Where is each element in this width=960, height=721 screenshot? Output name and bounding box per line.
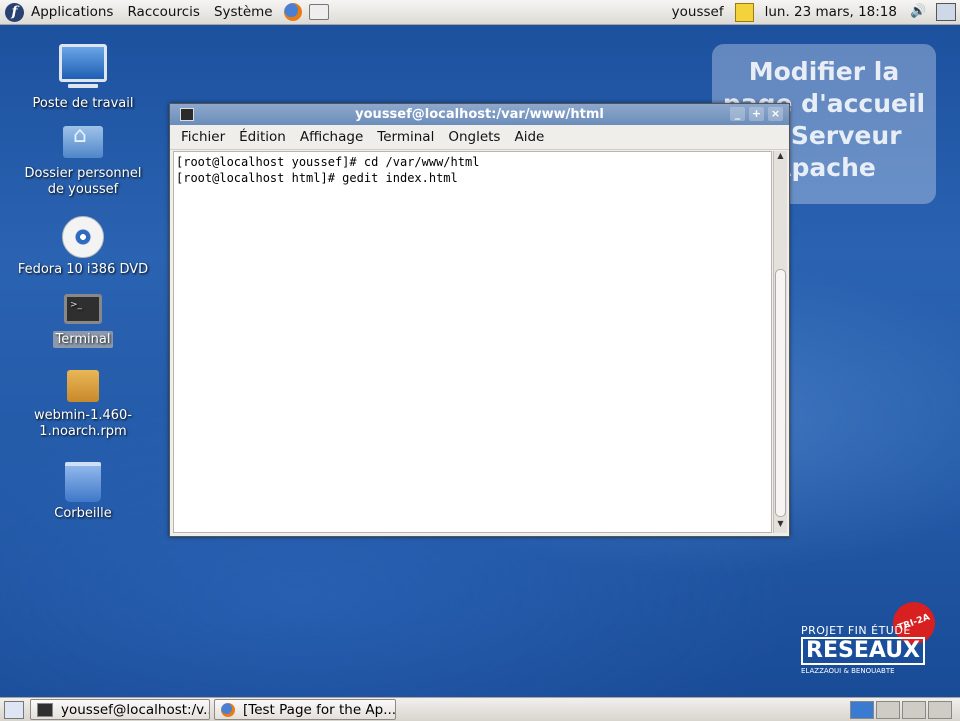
logo-line3: ELAZZAOUI & BENOUABTE [801,667,895,675]
menu-terminal[interactable]: Terminal [370,129,441,145]
desktop-icon-home[interactable]: Dossier personnel de youssef [8,126,158,198]
workspace-3[interactable] [902,700,926,719]
workspace-1[interactable] [850,700,874,719]
fedora-logo-icon[interactable]: f [5,2,24,22]
logo-line1: PROJET FIN ÉTUDE [801,624,911,637]
desktop-icon-trash[interactable]: Corbeille [8,462,158,522]
trash-icon [65,462,101,502]
menu-onglets[interactable]: Onglets [441,129,507,145]
dvd-icon [62,216,104,258]
close-button[interactable]: × [768,107,783,121]
workspace-2[interactable] [876,700,900,719]
menu-fichier[interactable]: Fichier [174,129,232,145]
window-titlebar[interactable]: youssef@localhost:/var/www/html _ + × [170,104,789,125]
terminal-window[interactable]: youssef@localhost:/var/www/html _ + × Fi… [169,103,790,537]
window-title: youssef@localhost:/var/www/html [355,107,604,122]
taskbar-item-terminal[interactable]: youssef@localhost:/v... [30,699,210,720]
computer-icon [59,44,107,88]
top-panel: f Applications Raccourcis Système yousse… [0,0,960,25]
firefox-icon [221,702,235,717]
terminal-icon: >_ [64,294,102,324]
terminal-line: [root@localhost html]# gedit index.html [176,171,458,185]
menu-raccourcis[interactable]: Raccourcis [120,0,206,24]
terminal-scrollbar[interactable]: ▲ ▼ [773,151,787,533]
menu-aide[interactable]: Aide [507,129,551,145]
project-logo: PROJET FIN ÉTUDE RESEAUX ELAZZAOUI & BEN… [801,624,926,680]
desktop-icon-label: Corbeille [54,506,112,521]
desktop-icon-webmin[interactable]: webmin-1.460-1.noarch.rpm [8,370,158,440]
package-icon [67,370,99,402]
home-folder-icon [63,126,103,158]
show-desktop-button[interactable] [4,700,24,719]
workspace-4[interactable] [928,700,952,719]
terminal-line: [root@localhost youssef]# cd /var/www/ht… [176,155,480,169]
desktop-icon-label: Terminal [52,331,114,348]
notes-icon[interactable] [734,2,754,22]
desktop-icon-label: Poste de travail [32,96,134,111]
scrollbar-thumb[interactable] [775,269,786,517]
taskbar-item-firefox[interactable]: [Test Page for the Ap... [214,699,396,720]
workspace-switcher[interactable] [850,700,952,719]
scroll-down-icon[interactable]: ▼ [774,519,787,533]
desktop-icon-computer[interactable]: Poste de travail [8,44,158,112]
desktop-icon-dvd[interactable]: Fedora 10 i386 DVD [8,216,158,278]
menu-systeme[interactable]: Système [207,0,280,24]
menu-applications[interactable]: Applications [24,0,120,24]
firefox-launcher-icon[interactable] [283,2,303,22]
taskbar-item-label: youssef@localhost:/v... [61,701,210,718]
logo-line2: RESEAUX [801,637,926,665]
menu-affichage[interactable]: Affichage [293,129,370,145]
mail-launcher-icon[interactable] [308,2,329,22]
desktop-icon-terminal[interactable]: >_ Terminal [8,294,158,348]
bottom-panel: youssef@localhost:/v... [Test Page for t… [0,697,960,721]
desktop-icon-label: Dossier personnel de youssef [24,166,142,197]
minimize-button[interactable]: _ [730,107,745,121]
taskbar-item-label: [Test Page for the Ap... [243,701,396,718]
desktop-icon-label: webmin-1.460-1.noarch.rpm [34,408,132,439]
scroll-up-icon[interactable]: ▲ [774,151,787,165]
menu-edition[interactable]: Édition [232,129,293,145]
network-icon[interactable] [936,3,956,21]
maximize-button[interactable]: + [749,107,764,121]
desktop-icon-label: Fedora 10 i386 DVD [17,262,149,277]
panel-clock[interactable]: lun. 23 mars, 18:18 [758,0,904,24]
terminal-output[interactable]: [root@localhost youssef]# cd /var/www/ht… [173,151,772,533]
volume-icon[interactable]: 🔊 [910,4,928,20]
panel-user-name[interactable]: youssef [665,0,731,24]
terminal-menubar: Fichier Édition Affichage Terminal Ongle… [170,125,789,150]
terminal-icon [37,702,53,717]
